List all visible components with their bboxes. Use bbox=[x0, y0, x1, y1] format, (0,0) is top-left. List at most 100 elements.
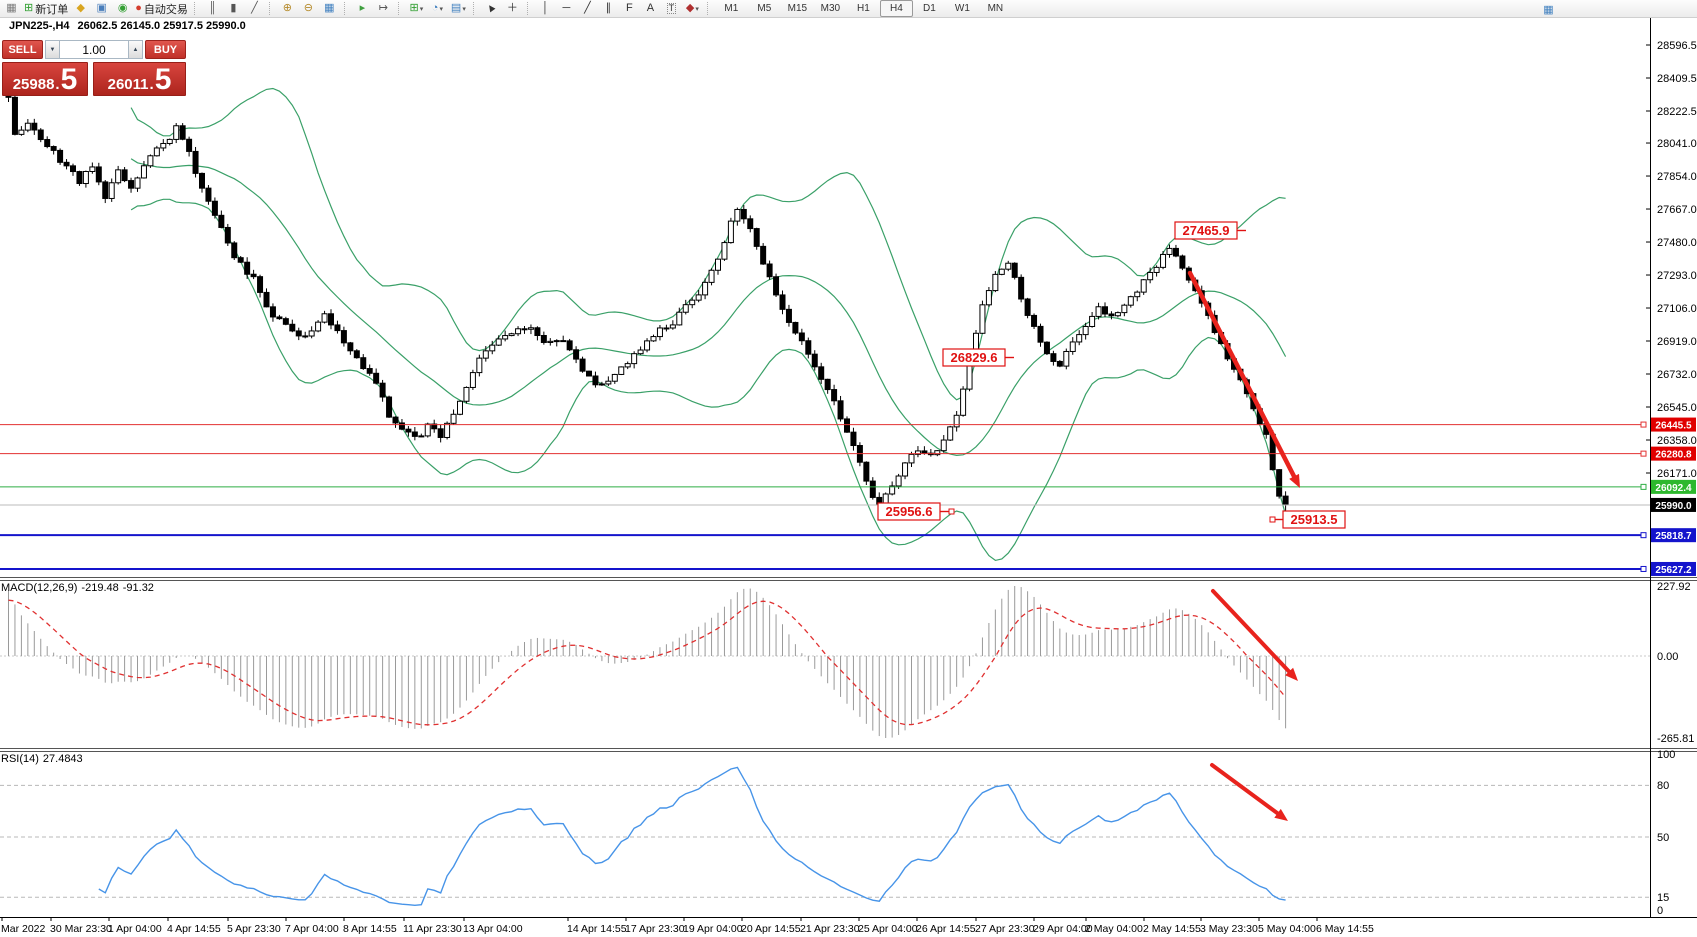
signal-icon: ◉ bbox=[118, 3, 128, 14]
time-axis-label: 8 Apr 14:55 bbox=[343, 923, 397, 935]
mt4-window: 26445.526280.826092.425990.025818.725627… bbox=[0, 0, 1697, 937]
tile-windows-icon[interactable]: ▦ bbox=[319, 0, 340, 17]
timeframe-button-m15[interactable]: M15 bbox=[781, 0, 814, 17]
gold-icon: ◆ bbox=[76, 3, 84, 14]
horizontal-line-icon[interactable]: ─ bbox=[556, 0, 577, 17]
timeframe-button-m30[interactable]: M30 bbox=[814, 0, 847, 17]
volume-stepper: ▼ ▲ bbox=[45, 40, 143, 59]
buy-price-main: 26011 bbox=[108, 77, 149, 94]
macd-axis-label: 0.00 bbox=[1657, 651, 1678, 663]
volume-down-button[interactable]: ▼ bbox=[45, 40, 60, 59]
level-handle[interactable] bbox=[1641, 533, 1646, 538]
channel-icon[interactable]: ∥ bbox=[598, 0, 619, 17]
time-axis-label: 5 May 04:00 bbox=[1258, 923, 1316, 935]
timeframe-button-h1[interactable]: H1 bbox=[847, 0, 880, 17]
cursor-icon[interactable]: ▲ bbox=[481, 0, 502, 17]
sell-price-box[interactable]: 25988.5 bbox=[2, 62, 88, 96]
chart-icon[interactable]: ▦ bbox=[1, 0, 22, 17]
shapes-icon: ◆ bbox=[686, 3, 694, 14]
buy-price-box[interactable]: 26011.5 bbox=[93, 62, 186, 96]
timeframe-button-d1[interactable]: D1 bbox=[913, 0, 946, 17]
new-order-button[interactable]: ⊞新订单 bbox=[22, 0, 70, 17]
annotation-text: 27465.9 bbox=[1183, 223, 1230, 238]
chart-shift-icon[interactable]: ↦ bbox=[373, 0, 394, 17]
buy-price-frac: 5 bbox=[155, 68, 172, 93]
time-axis-label: 29 Apr 04:00 bbox=[1033, 923, 1093, 935]
sell-button[interactable]: SELL bbox=[2, 40, 43, 59]
auto-scroll-icon[interactable]: ▸ bbox=[352, 0, 373, 17]
timeframe-button-m5[interactable]: M5 bbox=[748, 0, 781, 17]
price-axis-tick-label: 28222.5 bbox=[1657, 106, 1697, 118]
candlestick-chart-icon: ▮ bbox=[230, 3, 236, 14]
bar-chart-icon[interactable]: ║ bbox=[202, 0, 223, 17]
indicators-icon-dropdown[interactable]: ▾ bbox=[420, 5, 424, 13]
template-icon: ▤ bbox=[451, 3, 461, 14]
price-tag-value: 25818.7 bbox=[1655, 531, 1692, 542]
price-axis-tick-label: 27667.0 bbox=[1657, 204, 1697, 216]
toolbar-separator bbox=[473, 2, 478, 15]
signal-icon[interactable]: ◉ bbox=[112, 0, 133, 17]
price-axis-tick-label: 27106.0 bbox=[1657, 303, 1697, 315]
timeframe-button-w1[interactable]: W1 bbox=[946, 0, 979, 17]
period-icon-dropdown[interactable]: ▾ bbox=[439, 5, 443, 13]
chart-window-icon[interactable]: ▦ bbox=[1538, 2, 1559, 19]
timeframe-button-m1[interactable]: M1 bbox=[715, 0, 748, 17]
trendline-icon[interactable]: ╱ bbox=[577, 0, 598, 17]
auto-scroll-icon: ▸ bbox=[360, 3, 366, 14]
fibonacci-icon: F bbox=[626, 3, 633, 14]
level-handle[interactable] bbox=[1641, 566, 1646, 571]
rsi-value: 27.4843 bbox=[43, 753, 83, 765]
period-icon[interactable]: ◔▾ bbox=[427, 0, 448, 17]
level-handle[interactable] bbox=[1641, 422, 1646, 427]
vertical-line-icon[interactable]: │ bbox=[535, 0, 556, 17]
timeframe-button-mn[interactable]: MN bbox=[979, 0, 1012, 17]
level-handle[interactable] bbox=[1641, 484, 1646, 489]
volume-input[interactable] bbox=[60, 40, 128, 59]
chart-canvas[interactable]: 26445.526280.826092.425990.025818.725627… bbox=[0, 0, 1697, 937]
template-icon-dropdown[interactable]: ▾ bbox=[462, 5, 466, 13]
macd-panel-label: MACD(12,26,9)-219.48-91.32 bbox=[1, 582, 158, 594]
horizontal-line-icon: ─ bbox=[562, 3, 570, 14]
period-icon: ◔ bbox=[432, 3, 439, 14]
rsi-name: RSI(14) bbox=[1, 753, 39, 765]
time-axis-label: 30 Mar 23:30 bbox=[50, 923, 112, 935]
level-handle[interactable] bbox=[1641, 451, 1646, 456]
label-icon[interactable]: T bbox=[661, 0, 682, 17]
line-chart-icon[interactable]: ╱ bbox=[244, 0, 265, 17]
price-axis-tick-label: 27293.0 bbox=[1657, 270, 1697, 282]
price-tag-value: 26092.4 bbox=[1655, 483, 1692, 494]
text-icon[interactable]: A bbox=[640, 0, 661, 17]
shapes-icon[interactable]: ◆▾ bbox=[682, 0, 703, 17]
time-axis-label: 6 May 14:55 bbox=[1316, 923, 1374, 935]
timeframe-button-h4[interactable]: H4 bbox=[880, 0, 913, 17]
price-axis-tick-label: 26171.0 bbox=[1657, 468, 1697, 480]
crosshair-icon[interactable]: ＋ bbox=[502, 0, 523, 17]
time-axis-label: 14 Apr 14:55 bbox=[567, 923, 627, 935]
volume-up-button[interactable]: ▲ bbox=[128, 40, 143, 59]
indicators-icon: ⊞ bbox=[410, 3, 419, 14]
tile-windows-icon: ▦ bbox=[324, 3, 334, 14]
chart-icon: ▦ bbox=[6, 3, 16, 14]
sell-price-main: 25988 bbox=[13, 77, 55, 94]
candlestick-chart-icon[interactable]: ▮ bbox=[223, 0, 244, 17]
price-axis-tick-label: 28596.5 bbox=[1657, 40, 1697, 52]
time-axis-label: 19 Apr 04:00 bbox=[683, 923, 743, 935]
zoom-in-icon[interactable]: ⊕ bbox=[277, 0, 298, 17]
fibonacci-icon[interactable]: F bbox=[619, 0, 640, 17]
time-axis-label: 21 Apr 23:30 bbox=[800, 923, 860, 935]
shapes-icon-dropdown[interactable]: ▾ bbox=[695, 5, 699, 13]
indicators-icon[interactable]: ⊞▾ bbox=[406, 0, 427, 17]
template-icon[interactable]: ▤▾ bbox=[448, 0, 469, 17]
gold-icon[interactable]: ◆ bbox=[70, 0, 91, 17]
macd-axis-label: 227.92 bbox=[1657, 581, 1691, 593]
zoom-out-icon[interactable]: ⊖ bbox=[298, 0, 319, 17]
autotrading-button[interactable]: ●自动交易 bbox=[133, 0, 190, 17]
rsi-axis-label: 50 bbox=[1657, 832, 1669, 844]
market-watch-icon[interactable]: ▣ bbox=[91, 0, 112, 17]
buy-button[interactable]: BUY bbox=[145, 40, 186, 59]
toolbar-separator bbox=[194, 2, 199, 15]
crosshair-icon: ＋ bbox=[507, 3, 518, 14]
zoom-in-icon: ⊕ bbox=[283, 3, 292, 14]
time-axis-label: Mar 2022 bbox=[1, 923, 46, 935]
new-order-button: ⊞ bbox=[24, 3, 33, 14]
